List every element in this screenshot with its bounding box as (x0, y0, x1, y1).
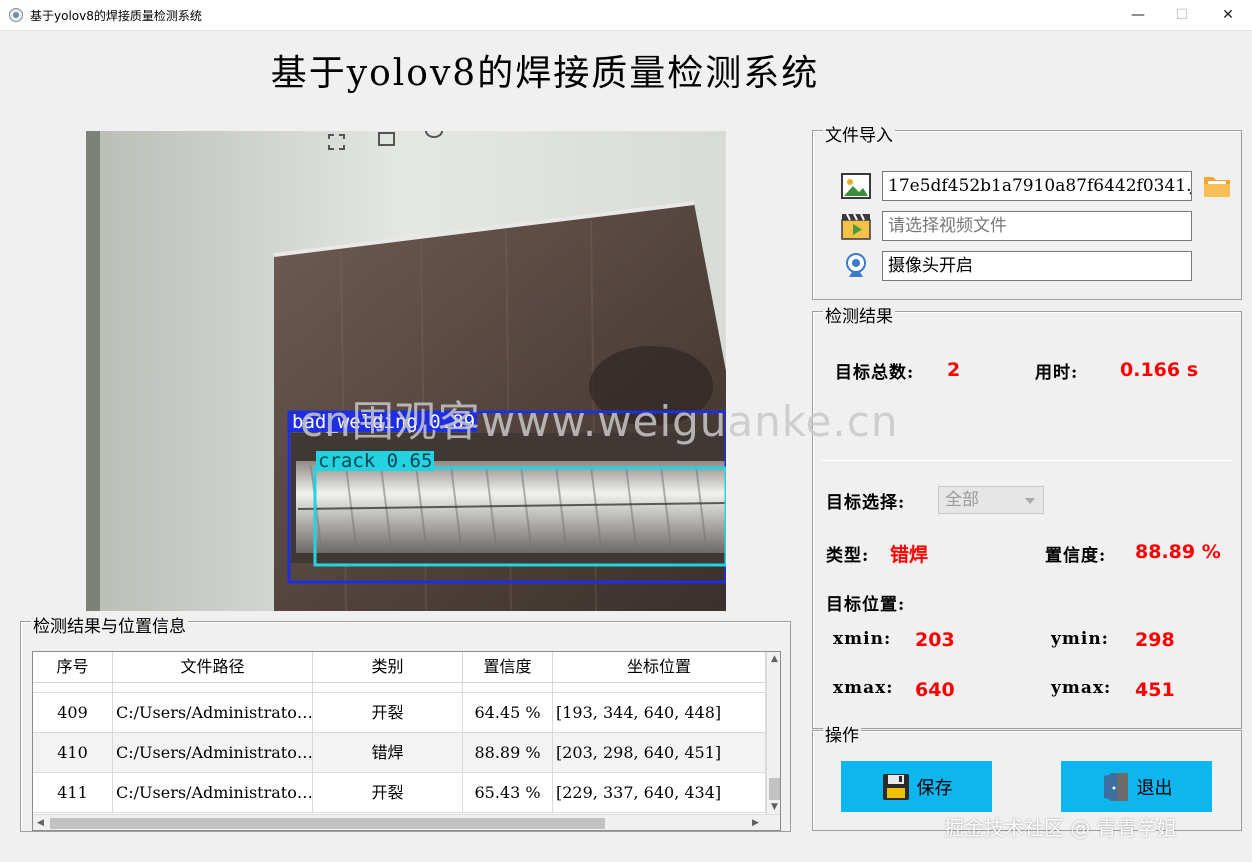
cell-confidence: 64.45 % (463, 693, 553, 732)
horizontal-scroll-thumb[interactable] (50, 818, 605, 829)
cell-coordinates: [193, 344, 640, 448] (553, 693, 766, 732)
target-select[interactable]: 全部 (938, 486, 1044, 514)
table-row[interactable]: 411 C:/Users/Administrato… 开裂 65.43 % [2… (33, 773, 766, 813)
xmin-label: xmin: (833, 629, 892, 649)
detection-result-group: 检测结果 目标总数: 2 用时: 0.166 s 目标选择: 全部 类型: 错焊… (812, 302, 1242, 729)
operation-title: 操作 (823, 721, 861, 746)
close-button[interactable]: ✕ (1205, 0, 1251, 31)
app-logo-icon (9, 8, 23, 22)
detection-label-crack: crack 0.65 (316, 450, 435, 472)
header-file-path[interactable]: 文件路径 (113, 652, 313, 683)
cell-file-path: C:/Users/Administrato… (113, 773, 313, 812)
app-title: 基于yolov8的焊接质量检测系统 (270, 53, 820, 94)
maximize-button[interactable]: ☐ (1159, 0, 1205, 31)
scroll-up-icon[interactable]: ▲ (771, 654, 778, 664)
ymin-value: 298 (1135, 629, 1175, 651)
target-position-label: 目标位置: (826, 595, 906, 615)
header-coordinates[interactable]: 坐标位置 (553, 652, 766, 683)
cell-coordinates: [229, 337, 640, 434] (553, 773, 766, 812)
confidence-value: 88.89 % (1135, 541, 1221, 563)
window-title: 基于yolov8的焊接质量检测系统 (30, 9, 202, 23)
image-icon[interactable] (841, 172, 871, 200)
cell-class: 开裂 (313, 693, 463, 732)
table-body: 409 C:/Users/Administrato… 开裂 64.45 % [1… (33, 683, 766, 813)
scroll-right-icon[interactable]: ▶ (752, 818, 759, 828)
result-table[interactable]: 序号 文件路径 类别 置信度 坐标位置 409 C:/Users/Adminis… (32, 651, 781, 831)
detection-label-bad-welding: bad_welding 0.89 (290, 411, 478, 433)
target-total-label: 目标总数: (835, 363, 915, 383)
type-value: 错焊 (890, 544, 929, 566)
exit-icon (1103, 772, 1128, 801)
ymax-value: 451 (1135, 679, 1175, 701)
xmax-value: 640 (915, 679, 955, 701)
header-class[interactable]: 类别 (313, 652, 463, 683)
camera-field[interactable]: 摄像头开启 (882, 251, 1192, 281)
operation-group: 操作 保存 退出 (812, 721, 1242, 831)
cell-class: 开裂 (313, 773, 463, 812)
confidence-label: 置信度: (1045, 546, 1107, 566)
scroll-left-icon[interactable]: ◀ (37, 818, 44, 828)
cell-coordinates: [203, 298, 640, 451] (553, 733, 766, 772)
cell-confidence: 88.89 % (463, 733, 553, 772)
video-file-field[interactable]: 请选择视频文件 (882, 211, 1192, 241)
save-label: 保存 (916, 777, 953, 799)
cell-file-path: C:/Users/Administrato… (113, 733, 313, 772)
table-row[interactable]: 409 C:/Users/Administrato… 开裂 64.45 % [1… (33, 693, 766, 733)
folder-icon[interactable] (1202, 172, 1232, 200)
cell-index: 409 (33, 693, 113, 732)
minimize-button[interactable]: — (1115, 0, 1161, 31)
table-header: 序号 文件路径 类别 置信度 坐标位置 (33, 652, 766, 683)
exit-button[interactable]: 退出 (1061, 761, 1212, 812)
ymax-label: ymax: (1051, 678, 1112, 698)
target-select-label: 目标选择: (826, 493, 906, 513)
time-label: 用时: (1035, 363, 1079, 383)
xmin-value: 203 (915, 629, 955, 651)
result-table-group: 检测结果与位置信息 序号 文件路径 类别 置信度 坐标位置 409 C:/Use… (20, 612, 791, 832)
detection-result-title: 检测结果 (823, 302, 895, 327)
table-row[interactable] (33, 683, 766, 693)
cell-confidence: 65.43 % (463, 773, 553, 812)
header-index[interactable]: 序号 (33, 652, 113, 683)
table-row[interactable]: 410 C:/Users/Administrato… 错焊 88.89 % [2… (33, 733, 766, 773)
save-button[interactable]: 保存 (841, 761, 992, 812)
file-import-title: 文件导入 (823, 121, 895, 146)
window-titlebar: 基于yolov8的焊接质量检测系统 — ☐ ✕ (0, 0, 1252, 31)
xmax-label: xmax: (833, 678, 894, 698)
cell-index: 410 (33, 733, 113, 772)
time-value: 0.166 s (1120, 359, 1199, 381)
video-icon[interactable] (841, 212, 871, 240)
horizontal-scrollbar[interactable]: ◀ ▶ (33, 814, 780, 830)
webcam-icon[interactable] (841, 252, 871, 280)
vertical-scroll-thumb[interactable] (769, 778, 780, 800)
result-table-title: 检测结果与位置信息 (31, 612, 188, 637)
cell-index: 411 (33, 773, 113, 812)
result-divider (821, 460, 1233, 461)
target-select-value: 全部 (945, 490, 979, 510)
image-file-field[interactable]: 17e5df452b1a7910a87f6442f0341.jpg (882, 171, 1192, 201)
cell-class: 错焊 (313, 733, 463, 772)
file-import-group: 文件导入 17e5df452b1a7910a87f6442f0341.jpg 请… (812, 121, 1242, 300)
vertical-scrollbar[interactable]: ▲ ▼ (766, 652, 780, 814)
scroll-down-icon[interactable]: ▼ (771, 802, 778, 812)
header-confidence[interactable]: 置信度 (463, 652, 553, 683)
save-icon (882, 773, 909, 800)
exit-label: 退出 (1136, 777, 1173, 799)
detection-preview: bad_welding 0.89 crack 0.65 (86, 131, 726, 611)
preview-image (86, 131, 726, 611)
ymin-label: ymin: (1051, 629, 1109, 649)
chevron-down-icon (1025, 498, 1035, 504)
cell-file-path: C:/Users/Administrato… (113, 693, 313, 732)
target-total-value: 2 (947, 359, 961, 381)
type-label: 类型: (826, 546, 870, 566)
